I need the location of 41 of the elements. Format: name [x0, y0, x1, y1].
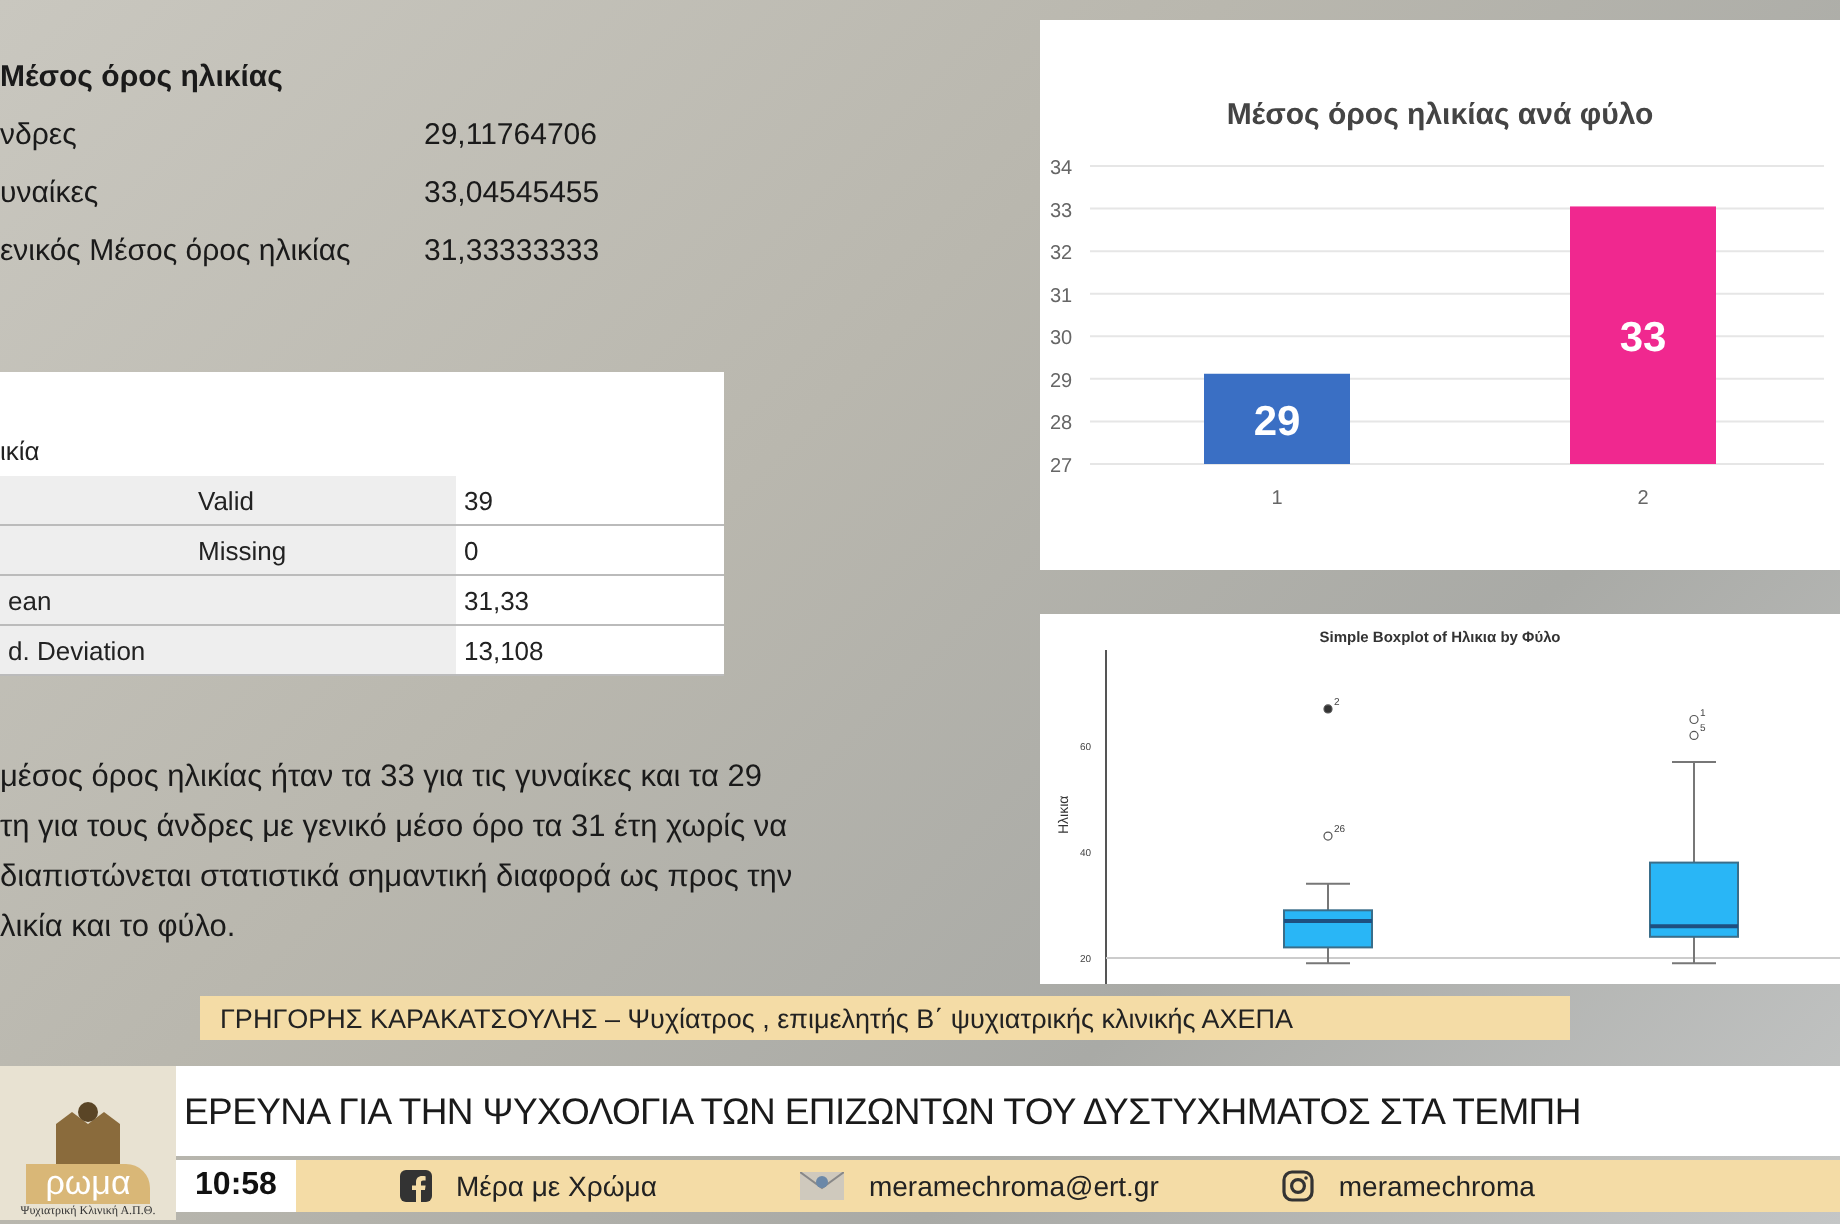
facebook-name: Μέρα με Χρώμα [456, 1170, 657, 1202]
axis-tick-label: 32 [1050, 243, 1073, 266]
email-address: meramechroma@ert.gr [868, 1170, 1159, 1202]
table-cell: Missing [190, 526, 456, 574]
value-label: 33 [1619, 315, 1667, 362]
summary-paragraph: μέσος όρος ηλικίας ήταν τα 33 για τις γυναίκες και τα 29 τη για τους άνδρες με γενικό μέσο όρο τα 31 έτη χωρίς να διαπιστώνεται στατιστικά σημαντική διαφορά ως προς την λικία και το φύλο. [0, 758, 795, 948]
axis-tick-label: 31 [1050, 285, 1073, 308]
stat-label: ενικός Μέσος όρος ηλικίας [0, 234, 353, 268]
clock-time: 10:58 [176, 1160, 296, 1212]
stat-label: υναίκες [0, 176, 101, 210]
outlier-marker [1323, 831, 1333, 841]
stats-title: Μέσος όρος ηλικίας [0, 60, 285, 94]
logo-text: ρωμα [25, 1164, 151, 1204]
table-cell: ean [0, 576, 456, 624]
outlier-marker [1689, 730, 1699, 740]
category-label: 2 [1637, 488, 1649, 510]
value-label: 29 [1253, 398, 1301, 445]
instagram-icon [1282, 1170, 1315, 1202]
axis-tick-label: 30 [1050, 328, 1073, 351]
headline-banner: ΕΡΕΥΝΑ ΓΙΑ ΤΗΝ ΨΥΧΟΛΟΓΙΑ ΤΩΝ ΕΠΙΖΩΝΤΩΝ ΤΟΥ ΔΥΣΤΥΧΗΜΑΤΟΣ ΣΤΑ ΤΕΜΠΗ [176, 1066, 1840, 1156]
axis-tick-label: 29 [1050, 370, 1073, 393]
instagram-handle: meramechroma [1338, 1170, 1535, 1202]
stat-value: 31,33333333 [424, 234, 602, 268]
facebook-icon [400, 1170, 432, 1202]
stat-label: νδρες [0, 118, 79, 152]
axis-tick-label: 27 [1050, 456, 1073, 478]
axis-tick-label: 34 [1050, 158, 1073, 180]
table-cell: Valid [190, 476, 456, 524]
stat-value: 29,11764706 [424, 118, 599, 152]
envelope-icon [800, 1172, 845, 1200]
axis-tick-label: 28 [1050, 413, 1073, 436]
category-label: 1 [1271, 488, 1283, 510]
outlier-marker [1323, 704, 1333, 714]
chart-title: Μέσος όρος ηλικίας ανά φύλο [1226, 98, 1654, 132]
stat-value: 33,04545455 [424, 176, 602, 210]
table-title: ικία [0, 436, 42, 470]
outlier-marker [1689, 714, 1699, 725]
table-cell: d. Deviation [0, 626, 456, 674]
axis-tick-label: 33 [1050, 200, 1073, 223]
box-whisker [1283, 882, 1373, 965]
name-strap: ΓΡΗΓΟΡΗΣ ΚΑΡΑΚΑΤΣΟΥΛΗΣ – Ψυχίατρος , επιμελητής Β΄ ψυχιατρικής κλινικής ΑΧΕΠΑ [200, 996, 1570, 1040]
